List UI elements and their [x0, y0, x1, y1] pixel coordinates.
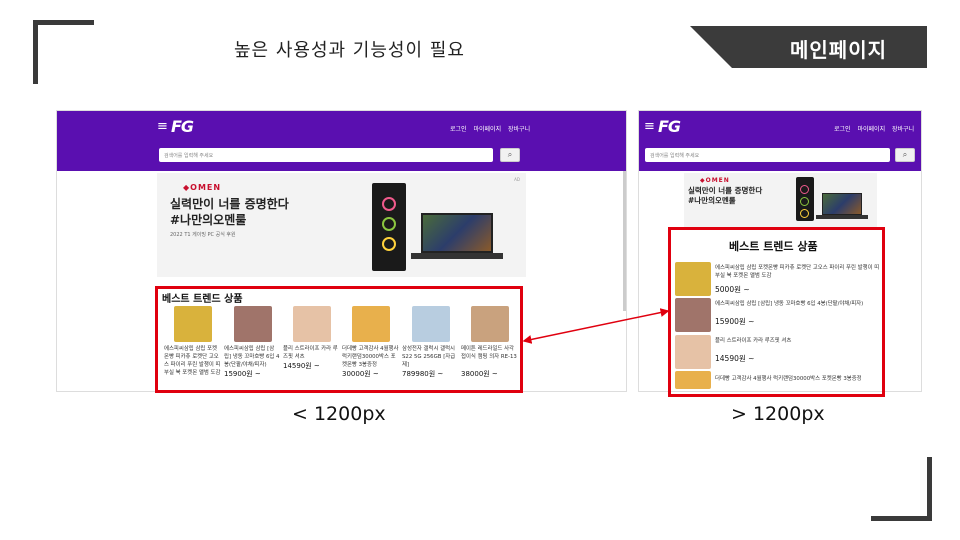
product-thumbnail[interactable] [470, 306, 509, 342]
product-thumbnail[interactable] [675, 298, 711, 332]
product-price: 789980원 ~ [402, 370, 444, 378]
caption-narrow: < 1200px [292, 403, 386, 425]
mypage-link[interactable]: 마이페이지 [473, 126, 501, 133]
product-price: 38000원 ~ [461, 370, 498, 378]
corner-bracket-top-left [33, 20, 94, 25]
product-card[interactable]: 플리 스트라이프 카라 루즈핏 셔츠 14590원 ~ [283, 306, 340, 371]
mypage-link[interactable]: 마이페이지 [857, 126, 885, 133]
product-name[interactable]: 메이튼 레드라일드 사각 접이식 캠핑 의자 RE-13 [461, 345, 518, 369]
magnifier-icon: ⌕ [507, 150, 513, 159]
cart-link[interactable]: 장바구니 [508, 126, 530, 133]
rgb-fan [800, 209, 809, 218]
product-row[interactable]: 더데빵 고객감사 4월행사 럭키랜덤30000박스 포켓몬빵 3봉증정 [675, 371, 882, 393]
corner-bracket-bottom-right [871, 516, 932, 521]
product-price: 15900원 ~ [224, 370, 261, 378]
omen-logo: ◆OMEN [183, 183, 222, 192]
product-card[interactable]: 에스피씨삼립 삼립 포켓몬빵 피카츄 로켓단 고오스 파이리 푸린 발챙이 띠부… [164, 306, 221, 385]
product-price: 14590원 ~ [283, 362, 320, 370]
rgb-fan [382, 237, 396, 251]
gaming-pc-tower [796, 177, 814, 221]
search-button[interactable]: ⌕ [500, 148, 520, 162]
site-header: ≡ FG 로그인 마이페이지 장바구니 검색어를 입력해 주세요 ⌕ [639, 111, 921, 171]
caption-wide: > 1200px [731, 403, 825, 425]
omen-logo: ◆OMEN [700, 177, 730, 184]
product-thumbnail[interactable] [675, 335, 711, 369]
ad-label: AD [514, 177, 520, 182]
product-thumbnail[interactable] [675, 371, 711, 389]
product-name[interactable]: 더데빵 고객감사 4월행사 럭키랜덤30000박스 포켓몬빵 3봉증정 [342, 345, 399, 369]
slide-subtitle: 높은 사용성과 기능성이 필요 [234, 40, 465, 61]
cart-link[interactable]: 장바구니 [892, 126, 914, 133]
banner-headline: 실력만이 너를 증명한다 [170, 197, 289, 211]
rgb-fan [800, 185, 809, 194]
rgb-fan [382, 217, 396, 231]
site-logo[interactable]: FG [658, 117, 681, 136]
hamburger-menu-icon[interactable]: ≡ [644, 119, 655, 134]
product-name[interactable]: 플리 스트라이프 카라 루즈핏 셔츠 [283, 345, 340, 361]
product-row[interactable]: 에스피씨삼립 삼립 포켓몬빵 피카츄 로켓단 고오스 파이리 푸린 발챙이 띠부… [675, 262, 882, 302]
gaming-pc-tower [372, 183, 406, 271]
product-name[interactable]: 더데빵 고객감사 4월행사 럭키랜덤30000박스 포켓몬빵 3봉증정 [715, 375, 883, 383]
comparison-arrow [522, 308, 670, 344]
product-row[interactable]: 에스피씨삼립 삼립 [삼립] 냉동 꼬마호빵 6입 4봉(단팥/야채/피자) 1… [675, 298, 882, 336]
product-price: 5000원 ~ [715, 285, 750, 294]
laptop-base [816, 215, 868, 219]
product-thumbnail[interactable] [351, 306, 390, 342]
product-card[interactable]: 더데빵 고객감사 4월행사 럭키랜덤30000박스 포켓몬빵 3봉증정 3000… [342, 306, 399, 379]
banner-note: 2022 T1 게이밍 PC 공식 후원 [170, 232, 236, 238]
site-header: ≡ FG 로그인 마이페이지 장바구니 검색어를 입력해 주세요 ⌕ [57, 111, 626, 171]
omen-banner[interactable]: ◆OMEN 실력만이 너를 증명한다 #나만의오멘룰 2022 T1 게이밍 P… [157, 173, 526, 277]
laptop-base [411, 253, 503, 259]
search-input[interactable]: 검색어를 입력해 주세요 [159, 148, 493, 162]
corner-bracket-top-left-vertical [33, 20, 38, 84]
banner-hashtag: #나만의오멘룰 [170, 213, 247, 227]
gaming-laptop [421, 213, 493, 253]
product-name[interactable]: 에스피씨삼립 삼립 포켓몬빵 피카츄 로켓단 고오스 파이리 푸린 발챙이 띠부… [164, 345, 221, 385]
product-name[interactable]: 플리 스트라이프 카라 루즈핏 셔츠 [715, 337, 883, 345]
search-input[interactable]: 검색어를 입력해 주세요 [645, 148, 890, 162]
gaming-laptop [822, 193, 862, 215]
best-trend-title-wide: 베스트 트렌드 상품 [729, 240, 818, 253]
login-link[interactable]: 로그인 [450, 126, 467, 133]
banner-hashtag: #나만의오멘룰 [688, 196, 736, 205]
scrollbar[interactable] [623, 171, 626, 311]
rgb-fan [382, 197, 396, 211]
product-card[interactable]: 에스피씨삼립 삼립 [삼립] 냉동 꼬마호빵 6입 4봉(단팥/야채/피자) 1… [224, 306, 281, 379]
product-price: 30000원 ~ [342, 370, 379, 378]
product-row[interactable]: 플리 스트라이프 카라 루즈핏 셔츠 14590원 ~ [675, 335, 882, 373]
omen-banner[interactable]: ◆OMEN 실력만이 너를 증명한다 #나만의오멘룰 [684, 173, 877, 229]
product-thumbnail[interactable] [292, 306, 331, 342]
search-button[interactable]: ⌕ [895, 148, 915, 162]
title-tag-label: 메인페이지 [790, 38, 887, 62]
product-name[interactable]: 에스피씨삼립 삼립 [삼립] 냉동 꼬마호빵 6입 4봉(단팥/야채/피자) [224, 345, 281, 369]
product-name[interactable]: 에스피씨삼립 삼립 포켓몬빵 피카츄 로켓단 고오스 파이리 푸린 발챙이 띠부… [715, 264, 883, 280]
product-thumbnail[interactable] [675, 262, 711, 296]
header-links: 로그인 마이페이지 장바구니 [445, 124, 530, 133]
product-thumbnail[interactable] [411, 306, 450, 342]
product-card[interactable]: 메이튼 레드라일드 사각 접이식 캠핑 의자 RE-13 38000원 ~ [461, 306, 518, 379]
corner-bracket-bottom-right-vertical [927, 457, 932, 521]
hamburger-menu-icon[interactable]: ≡ [157, 119, 168, 134]
product-price: 14590원 ~ [715, 354, 755, 363]
product-name[interactable]: 에스피씨삼립 삼립 [삼립] 냉동 꼬마호빵 6입 4봉(단팥/야채/피자) [715, 300, 883, 308]
title-tag: 메인페이지 [690, 26, 927, 68]
login-link[interactable]: 로그인 [834, 126, 851, 133]
product-thumbnail[interactable] [173, 306, 212, 342]
rgb-fan [800, 197, 809, 206]
header-links: 로그인 마이페이지 장바구니 [829, 124, 914, 133]
best-trend-title-narrow: 베스트 트렌드 상품 [162, 294, 243, 305]
product-price: 15900원 ~ [715, 317, 755, 326]
product-card[interactable]: 삼성전자 갤럭시 갤럭시S22 5G 256GB [자급제] 789980원 ~ [402, 306, 459, 379]
product-name[interactable]: 삼성전자 갤럭시 갤럭시S22 5G 256GB [자급제] [402, 345, 459, 369]
magnifier-icon: ⌕ [902, 150, 908, 159]
site-logo[interactable]: FG [171, 117, 194, 136]
product-thumbnail[interactable] [233, 306, 272, 342]
